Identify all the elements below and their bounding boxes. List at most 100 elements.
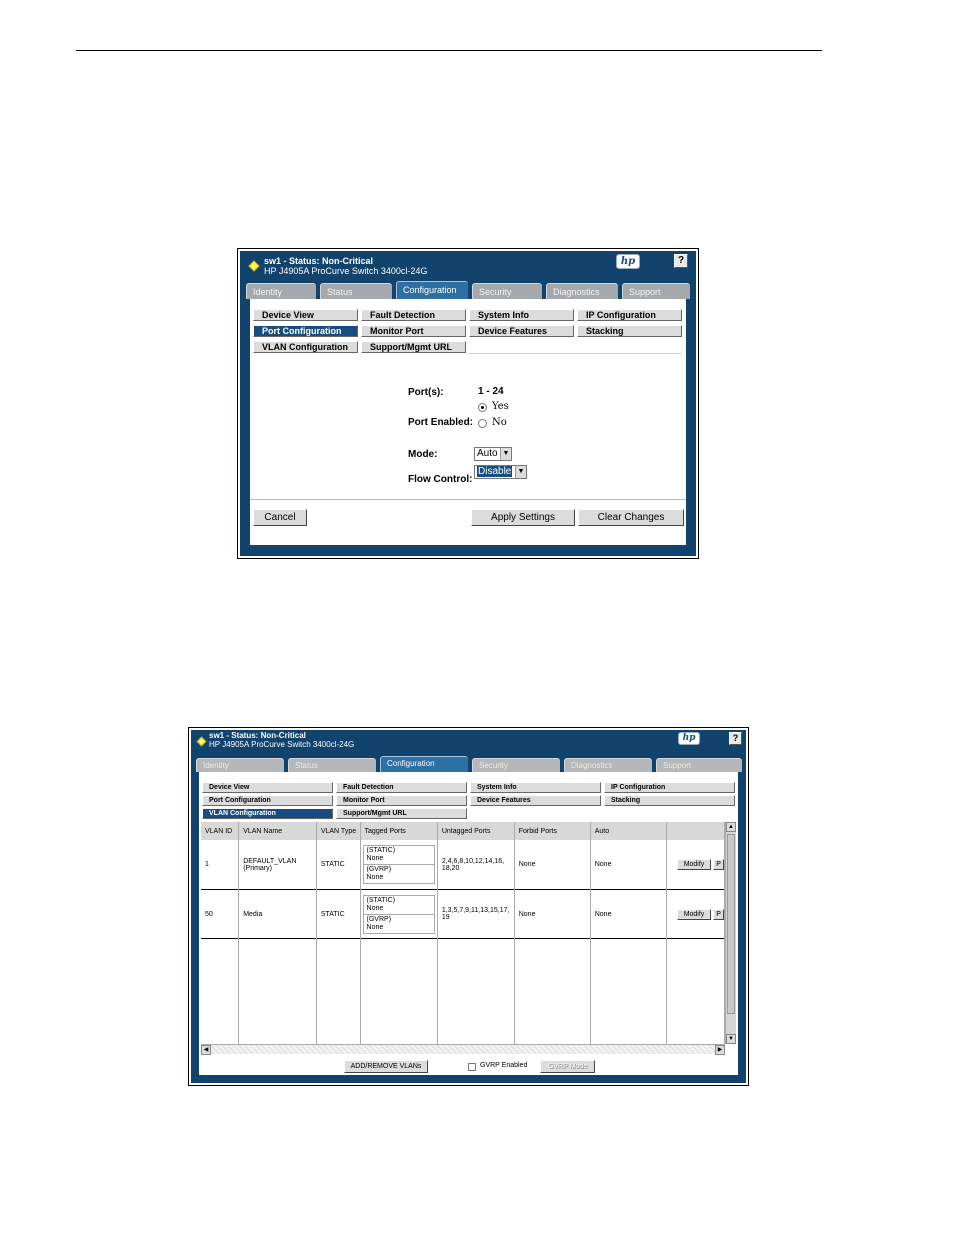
header-vlan-type: VLAN Type bbox=[316, 822, 361, 840]
flow-control-label: Flow Control: bbox=[408, 474, 473, 485]
cell-actions: Modify P bbox=[666, 889, 726, 939]
scroll-right-icon[interactable]: ▶ bbox=[715, 1045, 725, 1055]
tab-support[interactable]: Support bbox=[622, 283, 690, 299]
vlan-table: VLAN ID VLAN Name VLAN Type Tagged Ports… bbox=[201, 822, 726, 1044]
subnav-device-view[interactable]: Device View bbox=[202, 782, 333, 793]
tab-configuration[interactable]: Configuration bbox=[380, 756, 468, 772]
scroll-thumb[interactable] bbox=[727, 834, 735, 1014]
subnav-support-mgmt-url[interactable]: Support/Mgmt URL bbox=[336, 808, 467, 819]
tab-diagnostics[interactable]: Diagnostics bbox=[564, 758, 652, 772]
mode-select-value: Auto bbox=[477, 448, 498, 459]
tab-status[interactable]: Status bbox=[288, 758, 376, 772]
cell-vlan-id: 1 bbox=[201, 840, 240, 890]
tab-security[interactable]: Security bbox=[472, 283, 542, 299]
gvrp-enabled-checkbox[interactable] bbox=[468, 1063, 476, 1071]
subnav-device-features[interactable]: Device Features bbox=[470, 795, 601, 806]
subnav-stacking[interactable]: Stacking bbox=[604, 795, 735, 806]
subnav-port-configuration[interactable]: Port Configuration bbox=[202, 795, 333, 806]
tagged-gvrp-value: None bbox=[366, 923, 384, 931]
tab-support[interactable]: Support bbox=[656, 758, 742, 772]
subnav-fault-detection[interactable]: Fault Detection bbox=[336, 782, 467, 793]
subnav-monitor-port[interactable]: Monitor Port bbox=[336, 795, 467, 806]
subnav-monitor-port[interactable]: Monitor Port bbox=[361, 325, 466, 337]
subnav-fault-detection[interactable]: Fault Detection bbox=[361, 309, 466, 321]
port-enabled-no-label: No bbox=[492, 417, 507, 428]
subnav-device-features[interactable]: Device Features bbox=[469, 325, 574, 337]
port-enabled-yes-radio[interactable] bbox=[478, 403, 487, 412]
modify-button[interactable]: Modify bbox=[676, 859, 712, 871]
scroll-left-icon[interactable]: ◀ bbox=[201, 1045, 211, 1055]
action2-button[interactable]: P bbox=[713, 859, 724, 871]
tab-configuration[interactable]: Configuration bbox=[396, 281, 468, 299]
table-header-row: VLAN ID VLAN Name VLAN Type Tagged Ports… bbox=[201, 822, 726, 840]
clear-changes-button[interactable]: Clear Changes bbox=[578, 509, 684, 526]
mode-select[interactable]: Auto ▼ bbox=[474, 447, 512, 461]
empty-cell bbox=[437, 938, 515, 1044]
table-row-empty bbox=[201, 938, 726, 1044]
subnav-ip-configuration[interactable]: IP Configuration bbox=[604, 782, 735, 793]
tab-diagnostics[interactable]: Diagnostics bbox=[546, 283, 618, 299]
untagged-ports-cont: 18,20 bbox=[441, 864, 460, 872]
subnav-system-info[interactable]: System Info bbox=[469, 309, 574, 321]
table-row[interactable]: 1 DEFAULT_VLAN (Primary) STATIC (STATIC)… bbox=[201, 840, 726, 890]
subnav-system-info[interactable]: System Info bbox=[470, 782, 601, 793]
scroll-up-icon[interactable]: ▲ bbox=[726, 822, 736, 832]
tagged-gvrp-label: (GVRP) bbox=[366, 866, 392, 874]
subnav-stacking[interactable]: Stacking bbox=[577, 325, 682, 337]
modify-button[interactable]: Modify bbox=[676, 908, 712, 920]
port-enabled-no-radio[interactable] bbox=[478, 419, 487, 428]
tagged-gvrp-box: (GVRP) None bbox=[362, 865, 435, 885]
page-top-rule bbox=[76, 50, 822, 51]
table-row[interactable]: 50 Media STATIC (STATIC) None (GVRP) Non… bbox=[201, 889, 726, 939]
tagged-gvrp-value: None bbox=[366, 874, 384, 882]
horizontal-scrollbar[interactable]: ◀ ▶ bbox=[201, 1044, 725, 1055]
subnav-support-mgmt-url[interactable]: Support/Mgmt URL bbox=[361, 341, 466, 353]
port-configuration-screenshot: sw1 - Status: Non-Critical HP J4905A Pro… bbox=[237, 248, 699, 559]
chevron-down-icon: ▼ bbox=[515, 466, 526, 478]
flow-control-select[interactable]: Disable ▼ bbox=[474, 465, 527, 479]
tab-status[interactable]: Status bbox=[320, 283, 392, 299]
scroll-down-icon[interactable]: ▼ bbox=[726, 1034, 736, 1044]
port-enabled-yes-label: Yes bbox=[492, 401, 509, 412]
configuration-panel: Device View Fault Detection System Info … bbox=[250, 299, 686, 545]
header-tagged-ports: Tagged Ports bbox=[360, 822, 438, 840]
help-button[interactable]: ? bbox=[729, 732, 742, 745]
cell-vlan-type: STATIC bbox=[316, 889, 361, 939]
window-title: sw1 - Status: Non-Critical HP J4905A Pro… bbox=[209, 731, 354, 749]
model-line: HP J4905A ProCurve Switch 3400cl-24G bbox=[264, 266, 428, 276]
vertical-scrollbar[interactable]: ▲ ▼ bbox=[725, 822, 736, 1044]
empty-cell bbox=[360, 938, 438, 1044]
status-line: sw1 - Status: Non-Critical bbox=[209, 731, 306, 740]
header-vlan-id: VLAN ID bbox=[201, 822, 240, 840]
subnav-ip-configuration[interactable]: IP Configuration bbox=[577, 309, 682, 321]
tab-identity[interactable]: Identity bbox=[246, 283, 316, 299]
cancel-button[interactable]: Cancel bbox=[253, 509, 307, 526]
add-remove-vlans-button[interactable]: ADD/REMOVE VLANs bbox=[344, 1060, 428, 1073]
cell-tagged-ports: (STATIC) None (GVRP) None bbox=[360, 889, 438, 939]
subnav-vlan-configuration[interactable]: VLAN Configuration bbox=[202, 808, 333, 819]
header-vlan-name: VLAN Name bbox=[238, 822, 317, 840]
gvrp-mode-button[interactable]: GVRP Mode bbox=[540, 1060, 595, 1073]
header-actions bbox=[666, 822, 726, 840]
subnav-vlan-configuration[interactable]: VLAN Configuration bbox=[253, 341, 358, 353]
cell-auto: None bbox=[590, 840, 667, 890]
empty-cell bbox=[666, 938, 726, 1044]
button-bar-divider bbox=[250, 499, 686, 500]
subnav-device-view[interactable]: Device View bbox=[253, 309, 358, 321]
cell-tagged-ports: (STATIC) None (GVRP) None bbox=[360, 840, 438, 890]
untagged-ports-cont: 19 bbox=[441, 914, 450, 922]
cell-vlan-name: DEFAULT_VLAN (Primary) bbox=[238, 840, 317, 890]
cell-untagged-ports: 2,4,6,8,10,12,14,16, 18,20 bbox=[437, 840, 515, 890]
tagged-static-label: (STATIC) bbox=[366, 896, 396, 904]
tagged-static-value: None bbox=[366, 904, 384, 912]
cell-auto: None bbox=[590, 889, 667, 939]
tab-security[interactable]: Security bbox=[472, 758, 560, 772]
tab-identity[interactable]: Identity bbox=[196, 758, 284, 772]
vlan-name-text: Media bbox=[243, 910, 263, 918]
action2-button[interactable]: P bbox=[713, 908, 724, 920]
apply-settings-button[interactable]: Apply Settings bbox=[471, 509, 575, 526]
help-button[interactable]: ? bbox=[674, 254, 688, 268]
empty-cell bbox=[590, 938, 667, 1044]
subnav-port-configuration[interactable]: Port Configuration bbox=[253, 325, 358, 337]
cell-vlan-id: 50 bbox=[201, 889, 240, 939]
